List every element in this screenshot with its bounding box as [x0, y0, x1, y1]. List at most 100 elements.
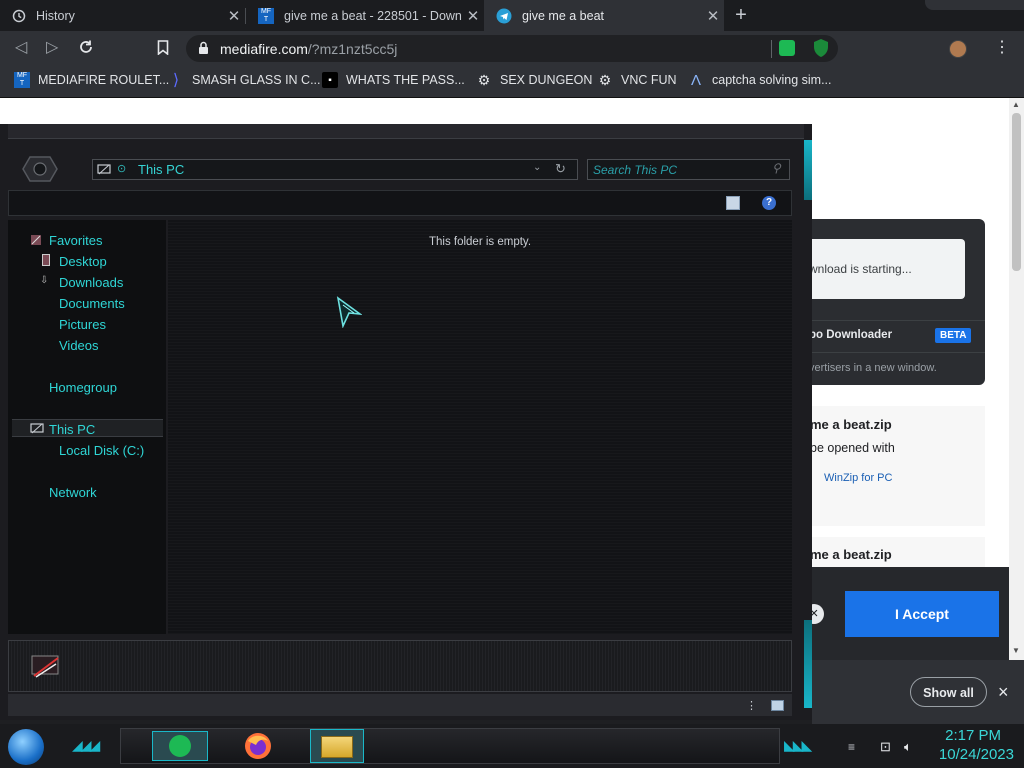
nav-local-disk[interactable]: Local Disk (C:): [59, 443, 144, 458]
search-icon[interactable]: ⚲: [772, 161, 781, 175]
large-icons-view-icon[interactable]: [771, 700, 784, 711]
url-host: mediafire.com: [220, 41, 308, 57]
download-bar-close-icon[interactable]: ×: [998, 682, 1009, 703]
preview-pane-icon[interactable]: [726, 196, 740, 210]
volume-tray-icon[interactable]: 🔈︎: [904, 739, 912, 755]
gear-icon: ⚙: [598, 71, 612, 88]
extension-chat-icon[interactable]: [779, 40, 795, 56]
nav-favorites[interactable]: Favorites: [49, 233, 102, 248]
explorer-address-bar[interactable]: ⊙ This PC ⌄ ↻: [92, 159, 578, 180]
explorer-command-bar: [8, 190, 792, 216]
menu-icon[interactable]: ⋮: [994, 37, 1010, 57]
extension-shield-icon[interactable]: [812, 38, 830, 63]
tray-overflow-icon[interactable]: ≡: [848, 740, 855, 754]
scroll-down-icon[interactable]: ▼: [1012, 646, 1020, 655]
profile-avatar[interactable]: [949, 40, 967, 58]
mouse-cursor-icon: [336, 296, 363, 333]
nav-network[interactable]: Network: [49, 485, 97, 500]
start-orb-button[interactable]: [8, 729, 44, 765]
accept-button[interactable]: I Accept: [845, 591, 999, 637]
bookmark-item[interactable]: ⚙ SEX DUNGEON: [476, 66, 593, 94]
lock-icon: [198, 41, 209, 60]
address-dropdown-icon[interactable]: ⌄: [533, 162, 541, 173]
show-all-button[interactable]: Show all: [910, 677, 987, 707]
firefox-icon: [245, 733, 271, 759]
bookmark-label: SEX DUNGEON: [500, 73, 593, 87]
nav-downloads[interactable]: Downloads: [59, 275, 123, 290]
bookmark-item[interactable]: ⟩ SMASH GLASS IN C...: [168, 66, 321, 94]
nav-homegroup[interactable]: Homegroup: [49, 380, 117, 395]
pc-icon: [30, 422, 44, 440]
chat-app-icon: [169, 735, 191, 757]
tab-title: give me a beat - 228501 - Downlo: [284, 8, 462, 23]
panel-divider: [808, 320, 985, 321]
bookmark-label: SMASH GLASS IN C...: [192, 73, 321, 87]
taskbar-app-chat[interactable]: [152, 731, 208, 761]
window-edge-accent: [804, 140, 812, 200]
bookmark-label: captcha solving sim...: [712, 73, 832, 87]
pc-icon: [97, 163, 111, 179]
mediafire-icon: MF T: [14, 72, 30, 88]
scrollbar-thumb[interactable]: [1012, 113, 1021, 271]
toolbar-separator: [771, 40, 772, 58]
refresh-icon[interactable]: ↻: [555, 161, 566, 177]
scroll-up-icon[interactable]: ▲: [1012, 100, 1020, 109]
turbo-downloader-label[interactable]: bo Downloader: [809, 329, 892, 341]
lock-icon: ▪: [322, 72, 338, 88]
tab-close-icon[interactable]: ✕: [702, 7, 724, 25]
new-tab-button[interactable]: +: [730, 4, 752, 26]
gear-icon: ⚙: [477, 71, 491, 88]
mediafire-icon: MF T: [258, 7, 274, 24]
address-bar[interactable]: mediafire.com/?mz1nzt5cc5j: [186, 35, 838, 62]
nav-videos[interactable]: Videos: [59, 338, 99, 353]
tab-history[interactable]: History ✕: [0, 0, 245, 31]
clock-date[interactable]: 10/24/2023: [920, 746, 1014, 763]
network-tray-icon[interactable]: ⊡: [880, 739, 891, 755]
details-pane: [8, 640, 792, 692]
bookmark-item[interactable]: ▪ WHATS THE PASS...: [322, 66, 465, 94]
back-icon[interactable]: ◁: [15, 37, 27, 57]
tab-close-icon[interactable]: ✕: [223, 7, 245, 25]
bookmark-item[interactable]: ⚙ VNC FUN: [597, 66, 677, 94]
bookmark-item[interactable]: Λ captcha solving sim...: [688, 66, 832, 94]
explorer-title-bar[interactable]: [8, 124, 804, 139]
tab-download[interactable]: MF T give me a beat - 228501 - Downlo ✕: [246, 0, 484, 31]
taskbar-accent-icon: ◣◣◣: [784, 737, 812, 753]
forward-icon[interactable]: ▷: [46, 37, 58, 57]
explorer-search-input[interactable]: Search This PC ⚲: [587, 159, 790, 180]
tab-give-me-a-beat[interactable]: give me a beat ✕: [484, 0, 724, 31]
nav-orb-icon[interactable]: [22, 156, 58, 187]
help-icon[interactable]: ?: [762, 196, 776, 210]
window-edge-accent: [804, 620, 812, 708]
tab-close-icon[interactable]: ✕: [462, 7, 484, 25]
file-list-area[interactable]: [168, 220, 792, 634]
history-icon: [12, 9, 26, 23]
beta-badge: BETA: [935, 328, 972, 343]
nav-pictures[interactable]: Pictures: [59, 317, 106, 332]
bookmark-label: VNC FUN: [621, 73, 677, 87]
search-placeholder: Search This PC: [593, 163, 678, 177]
empty-folder-message: This folder is empty.: [428, 236, 532, 248]
bookmark-star-icon[interactable]: [157, 40, 169, 60]
details-view-icon[interactable]: ⋮: [746, 699, 757, 712]
nav-documents[interactable]: Documents: [59, 296, 125, 311]
winzip-link[interactable]: WinZip for PC: [824, 472, 892, 484]
taskbar-app-explorer[interactable]: [310, 729, 364, 763]
favorites-star-icon: [30, 233, 42, 245]
bracket-icon: ⟩: [172, 72, 180, 89]
clock-time[interactable]: 2:17 PM: [920, 727, 1001, 744]
downloads-icon: ⇩: [40, 275, 49, 286]
explorer-status-bar: [8, 694, 792, 716]
panel-divider: [808, 352, 985, 353]
window-caption-area: [925, 0, 1024, 10]
taskbar-app-firefox[interactable]: [243, 731, 273, 761]
bookmark-item[interactable]: MF T MEDIAFIRE ROULET...: [14, 66, 169, 94]
breadcrumb-arrow-icon[interactable]: ⊙: [117, 162, 126, 175]
url-path: /?mz1nzt5cc5j: [307, 41, 398, 57]
reload-icon[interactable]: [78, 39, 94, 60]
a-icon: Λ: [690, 71, 702, 89]
tab-title: give me a beat: [522, 8, 604, 23]
pc-large-icon: [30, 650, 62, 682]
nav-desktop[interactable]: Desktop: [59, 254, 107, 269]
nav-this-pc[interactable]: This PC: [49, 422, 95, 437]
